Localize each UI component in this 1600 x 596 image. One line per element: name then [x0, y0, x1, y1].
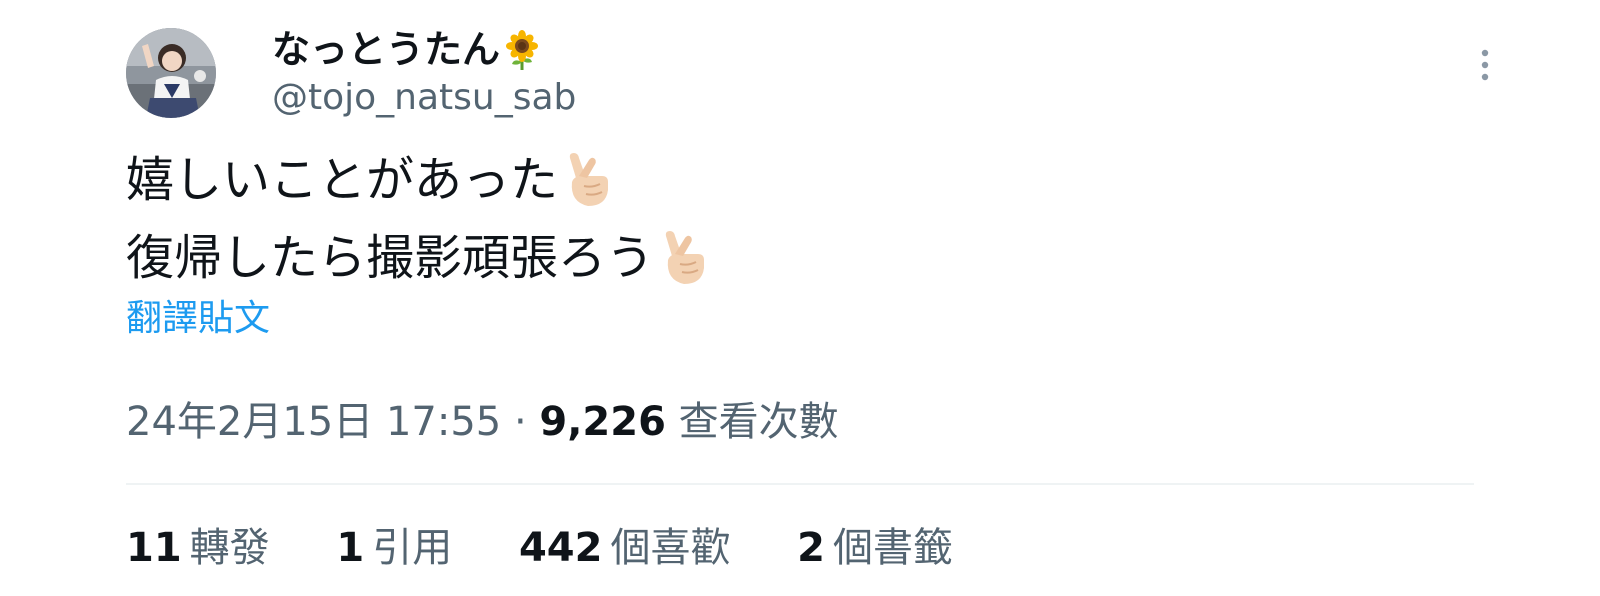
- divider: [126, 483, 1474, 485]
- retweets-stat[interactable]: 11 轉發: [126, 522, 270, 574]
- quotes-count: 1: [336, 525, 365, 571]
- tweet-meta: 24年2月15日 17:55 · 9,226 查看次數: [126, 396, 839, 448]
- quotes-stat[interactable]: 1 引用: [336, 522, 452, 574]
- tweet-text: 嬉しいことがあった 復帰したら撮影頑張ろう: [126, 138, 710, 294]
- views-label: 查看次數: [678, 399, 839, 445]
- tweet-line-text: 復帰したら撮影頑張ろう: [126, 230, 655, 286]
- views-count: 9,226: [539, 399, 666, 445]
- translate-post-link[interactable]: 翻譯貼文: [126, 296, 270, 342]
- bookmarks-label: 個書籤: [833, 525, 954, 571]
- more-options-button[interactable]: [1470, 46, 1500, 84]
- likes-label: 個喜歡: [610, 525, 731, 571]
- bookmarks-count: 2: [797, 525, 826, 571]
- finger-heart-emoji-icon: [658, 230, 710, 286]
- display-name[interactable]: なっとうたん: [272, 24, 542, 73]
- display-name-text: なっとうたん: [272, 27, 501, 72]
- timestamp[interactable]: 24年2月15日 17:55: [126, 399, 501, 445]
- retweets-label: 轉發: [189, 525, 270, 571]
- likes-count: 442: [518, 525, 603, 571]
- tweet-card: なっとうたん @tojo_natsu_sab 嬉しいことがあった 復帰したら撮影…: [0, 0, 1600, 596]
- avatar-image: [126, 28, 216, 118]
- meta-separator: ·: [513, 399, 527, 445]
- avatar[interactable]: [126, 28, 216, 118]
- user-handle[interactable]: @tojo_natsu_sab: [272, 76, 576, 120]
- sunflower-emoji-icon: [502, 29, 542, 70]
- bookmarks-stat[interactable]: 2 個書籤: [797, 522, 953, 574]
- finger-heart-emoji-icon: [562, 152, 614, 208]
- likes-stat[interactable]: 442 個喜歡: [519, 522, 731, 574]
- retweets-count: 11: [126, 525, 182, 571]
- quotes-label: 引用: [372, 525, 453, 571]
- more-vertical-icon: [1481, 49, 1489, 81]
- tweet-line: 嬉しいことがあった: [126, 138, 710, 216]
- engagement-stats: 11 轉發 1 引用 442 個喜歡 2 個書籤: [126, 522, 1007, 574]
- tweet-line: 復帰したら撮影頑張ろう: [126, 216, 710, 294]
- tweet-line-text: 嬉しいことがあった: [126, 152, 559, 208]
